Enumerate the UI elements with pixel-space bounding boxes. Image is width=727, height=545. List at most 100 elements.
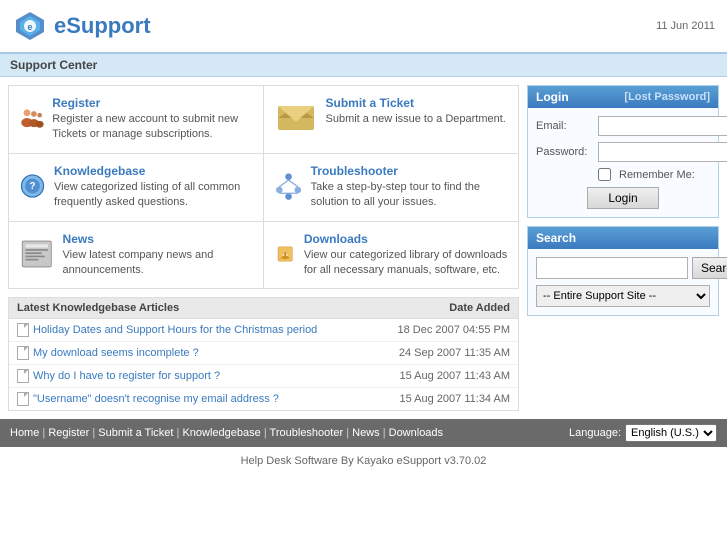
login-button[interactable]: Login	[587, 187, 658, 209]
password-row: Password:	[536, 142, 710, 162]
register-icon	[19, 96, 44, 140]
kb-section: Latest Knowledgebase Articles Date Added…	[8, 297, 519, 411]
footer-link-trouble[interactable]: Troubleshooter	[270, 427, 344, 439]
remember-label: Remember Me:	[619, 169, 695, 181]
footer-link-ticket[interactable]: Submit a Ticket	[98, 427, 173, 439]
email-row: Email:	[536, 116, 710, 136]
feature-grid: Register Register a new account to submi…	[8, 85, 519, 289]
kb-article-row: Holiday Dates and Support Hours for the …	[9, 319, 518, 342]
email-input-wrapper	[598, 116, 727, 136]
main-layout: Register Register a new account to submi…	[0, 77, 727, 419]
kb-header-right: Date Added	[449, 302, 510, 314]
kb-article-link-0[interactable]: Holiday Dates and Support Hours for the …	[17, 323, 317, 337]
kb-article-link-1[interactable]: My download seems incomplete ?	[17, 346, 199, 360]
header-date: 11 Jun 2011	[656, 20, 715, 32]
footer-link-register[interactable]: Register	[48, 427, 89, 439]
logo-icon: e	[12, 8, 48, 44]
ticket-desc: Submit a new issue to a Department.	[326, 112, 506, 127]
doc-icon	[17, 323, 29, 337]
register-desc: Register a new account to submit new Tic…	[52, 112, 252, 143]
support-bar: Support Center	[0, 54, 727, 77]
register-info: Register Register a new account to submi…	[52, 96, 252, 143]
login-box: Login [Lost Password] Email: Password:	[527, 85, 719, 218]
lost-password-link[interactable]: [Lost Password]	[624, 91, 710, 103]
kb-header-left: Latest Knowledgebase Articles	[17, 302, 179, 314]
news-icon	[19, 232, 55, 276]
search-header-label: Search	[536, 231, 576, 245]
feature-dl: Downloads View our categorized library o…	[264, 222, 519, 289]
footer-link-kb[interactable]: Knowledgebase	[182, 427, 260, 439]
kb-article-row: Why do I have to register for support ? …	[9, 365, 518, 388]
feature-trouble: Troubleshooter Take a step-by-step tour …	[264, 154, 519, 222]
search-box: Search Search -- Entire Support Site --	[527, 226, 719, 316]
bottom-footer: Help Desk Software By Kayako eSupport v3…	[0, 447, 727, 475]
news-link[interactable]: News	[63, 232, 94, 246]
kb-date-1: 24 Sep 2007 11:35 AM	[399, 347, 510, 359]
dl-icon	[274, 232, 296, 276]
email-field[interactable]	[598, 116, 727, 136]
svg-text:e: e	[27, 22, 32, 32]
login-form: Email: Password: Remember Me:	[528, 108, 718, 217]
login-box-header: Login [Lost Password]	[528, 86, 718, 108]
ticket-icon	[274, 96, 318, 140]
email-label: Email:	[536, 120, 594, 132]
ticket-info: Submit a Ticket Submit a new issue to a …	[326, 96, 506, 127]
dl-link[interactable]: Downloads	[304, 232, 368, 246]
footer-link-dl[interactable]: Downloads	[389, 427, 443, 439]
login-header-label: Login	[536, 90, 569, 104]
feature-ticket: Submit a Ticket Submit a new issue to a …	[264, 86, 519, 154]
footer-language: Language: English (U.S.)	[569, 424, 717, 442]
logo-text: eSupport	[54, 13, 151, 39]
kb-article-link-2[interactable]: Why do I have to register for support ?	[17, 369, 220, 383]
sidebar: Login [Lost Password] Email: Password:	[527, 77, 727, 419]
main-content: Register Register a new account to submi…	[0, 77, 527, 419]
feature-news: News View latest company news and announ…	[9, 222, 264, 289]
doc-icon	[17, 346, 29, 360]
search-box-header: Search	[528, 227, 718, 249]
kb-date-0: 18 Dec 2007 04:55 PM	[397, 324, 510, 336]
search-input-row: Search	[536, 257, 710, 279]
dl-info: Downloads View our categorized library o…	[304, 232, 508, 279]
password-field[interactable]	[598, 142, 727, 162]
footer-text: Help Desk Software By Kayako eSupport v3…	[241, 455, 487, 467]
doc-icon	[17, 392, 29, 406]
feature-kb: ? Knowledgebase View categorized listing…	[9, 154, 264, 222]
language-label: Language:	[569, 427, 621, 439]
search-input[interactable]	[536, 257, 688, 279]
footer-link-news[interactable]: News	[352, 427, 380, 439]
footer-nav: Home | Register | Submit a Ticket | Know…	[0, 419, 727, 447]
login-btn-wrapper: Login	[536, 187, 710, 209]
kb-icon: ?	[19, 164, 46, 208]
footer-links: Home | Register | Submit a Ticket | Know…	[10, 427, 443, 439]
trouble-desc: Take a step-by-step tour to find the sol…	[311, 180, 508, 211]
logo[interactable]: e eSupport	[12, 8, 151, 44]
kb-desc: View categorized listing of all common f…	[54, 180, 252, 211]
password-label: Password:	[536, 146, 594, 158]
ticket-link[interactable]: Submit a Ticket	[326, 96, 414, 110]
footer-link-home[interactable]: Home	[10, 427, 39, 439]
news-desc: View latest company news and announcemen…	[63, 248, 253, 279]
kb-info: Knowledgebase View categorized listing o…	[54, 164, 252, 211]
search-button[interactable]: Search	[692, 257, 727, 279]
remember-row: Remember Me:	[536, 168, 710, 181]
kb-date-3: 15 Aug 2007 11:34 AM	[400, 393, 511, 405]
kb-section-header: Latest Knowledgebase Articles Date Added	[9, 298, 518, 319]
trouble-icon	[274, 164, 303, 208]
kb-article-row: My download seems incomplete ? 24 Sep 20…	[9, 342, 518, 365]
doc-icon	[17, 369, 29, 383]
remember-checkbox[interactable]	[598, 168, 611, 181]
kb-article-row: "Username" doesn't recognise my email ad…	[9, 388, 518, 410]
kb-date-2: 15 Aug 2007 11:43 AM	[400, 370, 511, 382]
search-form: Search -- Entire Support Site --	[528, 249, 718, 315]
news-info: News View latest company news and announ…	[63, 232, 253, 279]
language-select[interactable]: English (U.S.)	[625, 424, 717, 442]
kb-article-link-3[interactable]: "Username" doesn't recognise my email ad…	[17, 392, 279, 406]
feature-register: Register Register a new account to submi…	[9, 86, 264, 154]
dl-desc: View our categorized library of download…	[304, 248, 508, 279]
kb-link[interactable]: Knowledgebase	[54, 164, 145, 178]
trouble-link[interactable]: Troubleshooter	[311, 164, 398, 178]
search-scope-select[interactable]: -- Entire Support Site --	[536, 285, 710, 307]
trouble-info: Troubleshooter Take a step-by-step tour …	[311, 164, 508, 211]
page-header: e eSupport 11 Jun 2011	[0, 0, 727, 54]
register-link[interactable]: Register	[52, 96, 100, 110]
